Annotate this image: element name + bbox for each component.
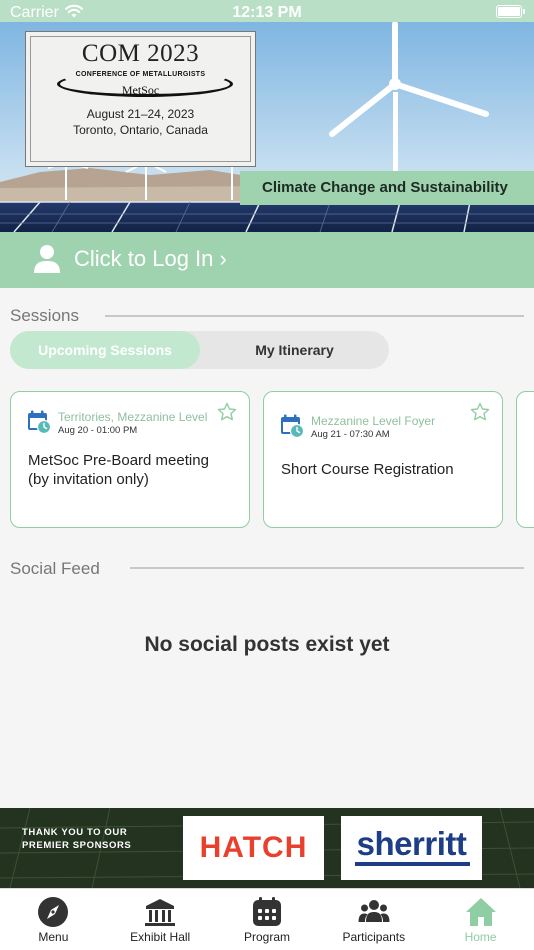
conference-dates: August 21–24, 2023 [86, 107, 195, 121]
social-feed-heading: Social Feed [10, 559, 100, 578]
conference-title: COM 2023 [81, 40, 200, 67]
social-feed-divider [130, 567, 524, 569]
org-name: MetSoc [121, 83, 160, 97]
login-button[interactable]: Click to Log In › [0, 232, 534, 288]
tab-my-itinerary[interactable]: My Itinerary [200, 331, 389, 369]
tab-home[interactable]: Home [427, 889, 534, 950]
people-icon [358, 900, 390, 922]
sessions-divider [105, 315, 524, 317]
building-icon [145, 899, 176, 926]
conference-subtitle: CONFERENCE OF METALLURGISTS [75, 71, 206, 78]
conference-logo-card: COM 2023 CONFERENCE OF METALLURGISTS Met… [25, 31, 256, 167]
session-time: Aug 21 - 07:30 AM [311, 429, 390, 440]
session-card[interactable]: Mezzanine Level Foyer Aug 21 - 07:30 AM … [263, 391, 503, 528]
sponsor-logo-sherritt[interactable]: sherritt [341, 816, 482, 880]
favorite-star-icon[interactable] [217, 402, 237, 422]
logo-underline [355, 862, 470, 866]
user-icon [34, 245, 60, 273]
tab-program[interactable]: Program [214, 889, 321, 950]
sponsor-banner[interactable]: THANK YOU TO OUR PREMIER SPONSORS HATCH … [0, 808, 534, 888]
session-location: Mezzanine Level Foyer [311, 414, 436, 428]
social-feed-empty-message: No social posts exist yet [144, 633, 390, 656]
conference-location: Toronto, Ontario, Canada [73, 123, 208, 137]
session-card[interactable]: Territories, Mezzanine Level Aug 20 - 01… [10, 391, 250, 528]
tab-participants[interactable]: Participants [320, 889, 427, 950]
session-time: Aug 20 - 01:00 PM [58, 425, 138, 436]
clock: 12:13 PM [232, 4, 302, 21]
calendar-clock-icon [28, 410, 51, 434]
session-title-line: (by invitation only) [28, 471, 149, 488]
tab-label: Home [464, 930, 497, 944]
tab-menu[interactable]: Menu [0, 889, 107, 950]
favorite-star-icon[interactable] [470, 402, 490, 422]
tab-upcoming-sessions[interactable]: Upcoming Sessions [10, 331, 200, 369]
sponsor-logo-hatch[interactable]: HATCH [183, 816, 324, 880]
conference-theme-banner: Climate Change and Sustainability [240, 171, 534, 205]
calendar-clock-icon [281, 414, 304, 438]
session-location: Territories, Mezzanine Level [58, 410, 208, 424]
compass-icon [38, 897, 69, 927]
session-card-peek[interactable] [516, 391, 534, 528]
bottom-tab-bar: Menu Exhibit Hall Program Participants H… [0, 888, 534, 950]
login-label: Click to Log In › [74, 246, 227, 271]
session-title-line: MetSoc Pre-Board meeting [28, 452, 209, 469]
hero-banner: COM 2023 CONFERENCE OF METALLURGISTS Met… [0, 22, 534, 232]
tab-label: Participants [342, 930, 406, 944]
tab-label: Menu [38, 930, 69, 944]
tab-label: Program [243, 930, 290, 944]
sponsor-thanks-text: THANK YOU TO OUR PREMIER SPONSORS [22, 827, 132, 851]
calendar-icon [252, 897, 281, 926]
sponsor-logo-text: sherritt [356, 825, 467, 862]
battery-icon [496, 5, 525, 18]
session-title-line: Short Course Registration [281, 461, 454, 478]
session-title: MetSoc Pre-Board meeting (by invitation … [28, 451, 209, 489]
sessions-segmented-control: Upcoming Sessions My Itinerary [10, 331, 389, 369]
tab-label: Exhibit Hall [130, 930, 191, 944]
tab-exhibit-hall[interactable]: Exhibit Hall [107, 889, 214, 950]
sessions-heading: Sessions [10, 306, 79, 325]
home-icon [465, 898, 496, 926]
status-bar: Carrier 12:13 PM [0, 0, 534, 22]
session-title: Short Course Registration [281, 460, 454, 479]
